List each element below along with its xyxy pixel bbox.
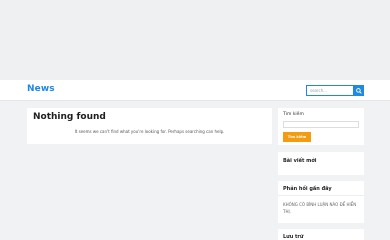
nothing-found-message: It seems we can't find what you're looki… xyxy=(74,129,225,134)
header-search xyxy=(306,85,364,96)
recent-posts-title: Bài viết mới xyxy=(283,158,317,164)
recent-posts-widget: Bài viết mới xyxy=(278,152,364,175)
hero-banner xyxy=(0,0,390,80)
site-logo[interactable]: News xyxy=(27,84,55,94)
sidebar-search-button[interactable]: Tìm kiếm xyxy=(283,132,311,142)
widget-divider xyxy=(278,195,364,196)
recent-comments-title: Phản hồi gần đây xyxy=(283,186,332,192)
search-icon xyxy=(355,87,362,94)
header-search-input[interactable] xyxy=(306,85,353,96)
no-comments-text: KHÔNG CÓ BÌNH LUẬN NÀO ĐỂ HIỂN THỊ. xyxy=(283,202,357,214)
nothing-found-card: Nothing found It seems we can't find wha… xyxy=(27,108,272,144)
sidebar-search-label: Tìm kiếm xyxy=(283,112,304,117)
page-title: Nothing found xyxy=(33,112,106,122)
archives-title: Lưu trữ xyxy=(283,234,304,240)
header-search-button[interactable] xyxy=(353,85,364,96)
sidebar-search-input[interactable] xyxy=(283,121,359,128)
top-navbar: News xyxy=(0,80,390,101)
archives-widget: Lưu trữ xyxy=(278,229,364,240)
recent-comments-widget: Phản hồi gần đây KHÔNG CÓ BÌNH LUẬN NÀO … xyxy=(278,181,364,223)
sidebar-search-widget: Tìm kiếm Tìm kiếm xyxy=(278,108,364,145)
